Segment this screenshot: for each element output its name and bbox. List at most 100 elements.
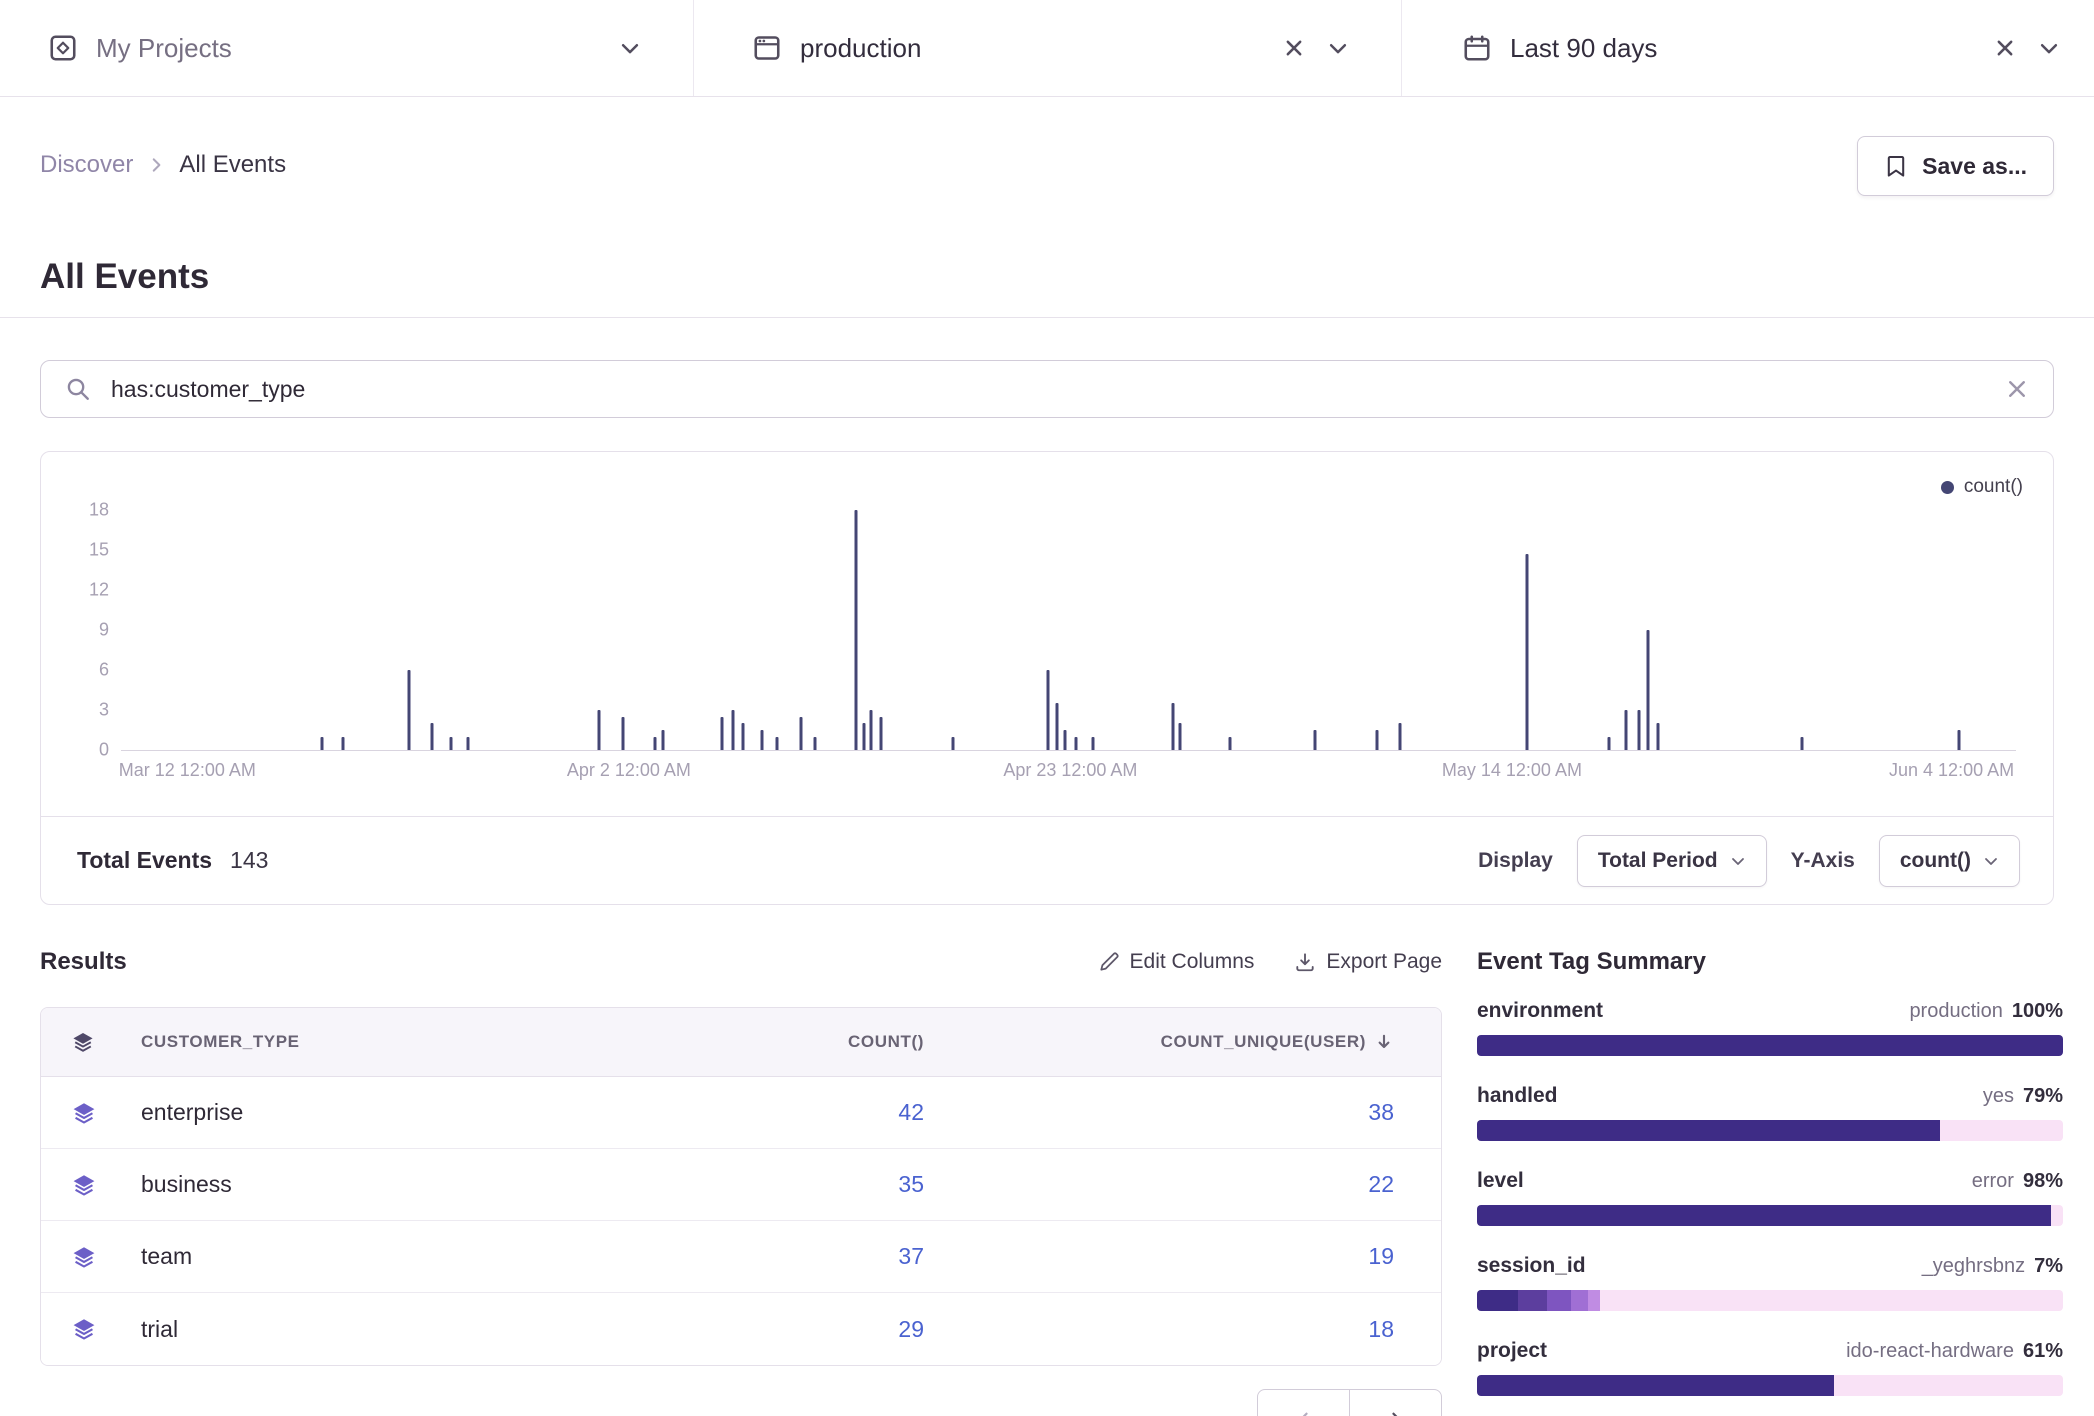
tag-bar-segment[interactable] — [1477, 1120, 1940, 1141]
export-page-label: Export Page — [1326, 950, 1442, 974]
legend-label: count() — [1964, 476, 2023, 498]
tag-bar[interactable] — [1477, 1035, 2063, 1056]
layers-icon[interactable] — [41, 1244, 97, 1270]
tag-percent: 61% — [2023, 1340, 2063, 1363]
tag-bar-segment[interactable] — [1477, 1375, 1834, 1396]
tag-bar[interactable] — [1477, 1290, 2063, 1311]
tag-bar[interactable] — [1477, 1120, 2063, 1141]
breadcrumb: Discover All Events — [40, 148, 286, 182]
count-cell[interactable]: 42 — [898, 1099, 924, 1126]
clear-date-range-icon[interactable] — [1994, 37, 2016, 59]
count-unique-user-cell[interactable]: 18 — [1368, 1316, 1394, 1343]
search-input[interactable] — [109, 375, 2005, 404]
display-label: Display — [1478, 849, 1553, 873]
chart-bar — [775, 737, 778, 750]
chart-bar — [1526, 554, 1529, 750]
customer-type-cell: team — [121, 1243, 624, 1270]
chart-bar — [760, 730, 763, 750]
results-title: Results — [40, 948, 127, 976]
tag-name: project — [1477, 1339, 1547, 1363]
y-axis-label: Y-Axis — [1791, 849, 1855, 873]
chart-x-axis: Mar 12 12:00 AMApr 2 12:00 AMApr 23 12:0… — [121, 760, 2016, 786]
y-axis-select[interactable]: count() — [1879, 835, 2020, 887]
chevron-down-icon — [1730, 853, 1746, 869]
customer-type-cell: trial — [121, 1316, 624, 1343]
layers-icon[interactable] — [41, 1172, 97, 1198]
tag-bar-segment[interactable] — [1940, 1120, 2063, 1141]
display-select[interactable]: Total Period — [1577, 835, 1767, 887]
tag-bar-segment[interactable] — [1600, 1290, 2063, 1311]
tag-bar-segment[interactable] — [1477, 1205, 2051, 1226]
tag-bar-segment[interactable] — [1588, 1290, 1600, 1311]
tag-name: level — [1477, 1169, 1524, 1193]
count-unique-user-cell[interactable]: 22 — [1368, 1171, 1394, 1198]
chart-bar — [1063, 730, 1066, 750]
clear-search-icon[interactable] — [2005, 377, 2029, 401]
chart-bar — [1624, 710, 1627, 750]
export-page-button[interactable]: Export Page — [1294, 950, 1442, 974]
next-page-button[interactable] — [1349, 1389, 1442, 1416]
previous-page-button[interactable] — [1257, 1389, 1350, 1416]
results-table-header: CUSTOMER_TYPE COUNT() COUNT_UNIQUE(USER) — [41, 1008, 1441, 1077]
chart-bar — [813, 737, 816, 750]
environment-filter-value: production — [800, 33, 921, 64]
chart-bar — [1046, 670, 1049, 750]
tag-bar[interactable] — [1477, 1205, 2063, 1226]
breadcrumb-discover[interactable]: Discover — [40, 151, 133, 179]
layers-icon[interactable] — [41, 1100, 97, 1126]
project-selector[interactable]: My Projects — [0, 0, 693, 96]
chart-bar — [597, 710, 600, 750]
column-header-count-unique-user[interactable]: COUNT_UNIQUE(USER) — [1161, 1032, 1394, 1052]
bookmark-icon — [1884, 154, 1908, 178]
table-row: enterprise 42 38 — [41, 1077, 1441, 1149]
tag-bar-segment[interactable] — [1477, 1035, 2063, 1056]
clear-environment-icon[interactable] — [1283, 37, 1305, 59]
chart-bar — [951, 737, 954, 750]
chart-controls: Display Total Period Y-Axis count() — [1478, 835, 2020, 887]
chart-bar — [1637, 710, 1640, 750]
save-as-button[interactable]: Save as... — [1857, 136, 2054, 196]
tag-labels: level error 98% — [1477, 1169, 2063, 1197]
chart-bar — [466, 737, 469, 750]
tag-bar-segment[interactable] — [1571, 1290, 1589, 1311]
edit-columns-button[interactable]: Edit Columns — [1098, 950, 1255, 974]
column-header-count[interactable]: COUNT() — [848, 1032, 924, 1052]
x-tick-label: Apr 23 12:00 AM — [1003, 760, 1137, 781]
count-cell[interactable]: 35 — [898, 1171, 924, 1198]
total-events: Total Events 143 — [77, 847, 268, 874]
chart-bar — [1092, 737, 1095, 750]
count-cell[interactable]: 29 — [898, 1316, 924, 1343]
results-header: Results Edit Columns Export Page — [40, 942, 1442, 982]
chart-bar — [1376, 730, 1379, 750]
header-divider — [0, 317, 2094, 318]
tag-top-value: ido-react-hardware — [1846, 1340, 2014, 1363]
tag-item: environment production 100% — [1477, 999, 2063, 1056]
tag-bar-segment[interactable] — [1834, 1375, 2063, 1396]
topbar: My Projects production Last 9 — [0, 0, 2094, 97]
tag-bar-segment[interactable] — [1518, 1290, 1547, 1311]
project-selector-label: My Projects — [96, 33, 232, 64]
column-header-customer-type[interactable]: CUSTOMER_TYPE — [121, 1032, 624, 1052]
tag-item: handled yes 79% — [1477, 1084, 2063, 1141]
chevron-down-icon[interactable] — [619, 37, 641, 59]
count-unique-user-cell[interactable]: 19 — [1368, 1243, 1394, 1270]
chart-legend[interactable]: count() — [1941, 476, 2023, 498]
search-icon — [65, 376, 91, 402]
tag-percent: 100% — [2012, 1000, 2063, 1023]
count-unique-user-cell[interactable]: 38 — [1368, 1099, 1394, 1126]
chevron-down-icon[interactable] — [2038, 37, 2060, 59]
chart-y-axis: 0369121518 — [41, 510, 109, 750]
tag-bar-segment[interactable] — [1477, 1290, 1518, 1311]
date-range-filter[interactable]: Last 90 days — [1402, 0, 2094, 96]
chart-bar — [741, 723, 744, 750]
chevron-down-icon[interactable] — [1327, 37, 1349, 59]
tag-bar[interactable] — [1477, 1375, 2063, 1396]
layers-icon[interactable] — [41, 1316, 97, 1342]
environment-filter[interactable]: production — [694, 0, 1401, 96]
count-cell[interactable]: 37 — [898, 1243, 924, 1270]
y-tick-label: 18 — [89, 500, 109, 521]
tag-bar-segment[interactable] — [1547, 1290, 1570, 1311]
x-tick-label: Mar 12 12:00 AM — [119, 760, 256, 781]
tag-bar-segment[interactable] — [2051, 1205, 2063, 1226]
tag-top-value: production — [1909, 1000, 2002, 1023]
